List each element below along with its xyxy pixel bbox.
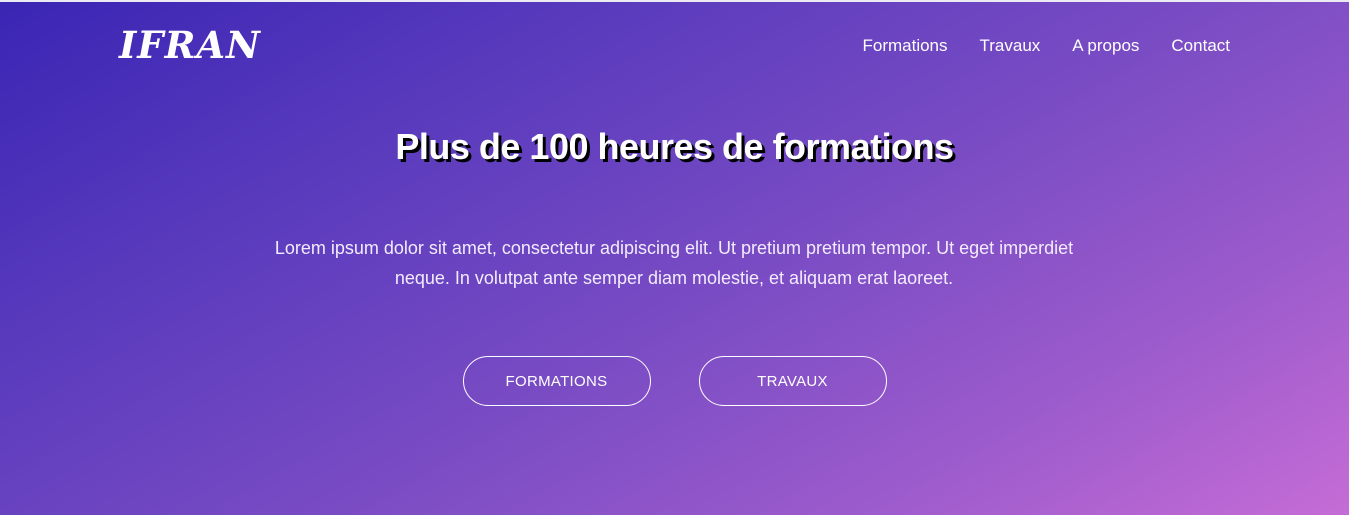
nav-link-contact[interactable]: Contact (1171, 35, 1230, 57)
nav-link-a-propos[interactable]: A propos (1072, 35, 1139, 57)
travaux-button[interactable]: TRAVAUX (698, 356, 887, 406)
hero-headline: Plus de 100 heures de formations (395, 126, 954, 167)
site-logo[interactable]: IFRAN (119, 22, 261, 68)
nav-link-formations[interactable]: Formations (862, 35, 947, 57)
formations-button[interactable]: FORMATIONS (462, 356, 651, 406)
nav-link-travaux[interactable]: Travaux (980, 35, 1041, 57)
hero-section: IFRAN Formations Travaux A propos Contac… (0, 0, 1349, 515)
hero-description: Lorem ipsum dolor sit amet, consectetur … (274, 238, 1074, 288)
hero-cta-group: FORMATIONS TRAVAUX (0, 356, 1349, 406)
main-nav: Formations Travaux A propos Contact (862, 35, 1230, 57)
